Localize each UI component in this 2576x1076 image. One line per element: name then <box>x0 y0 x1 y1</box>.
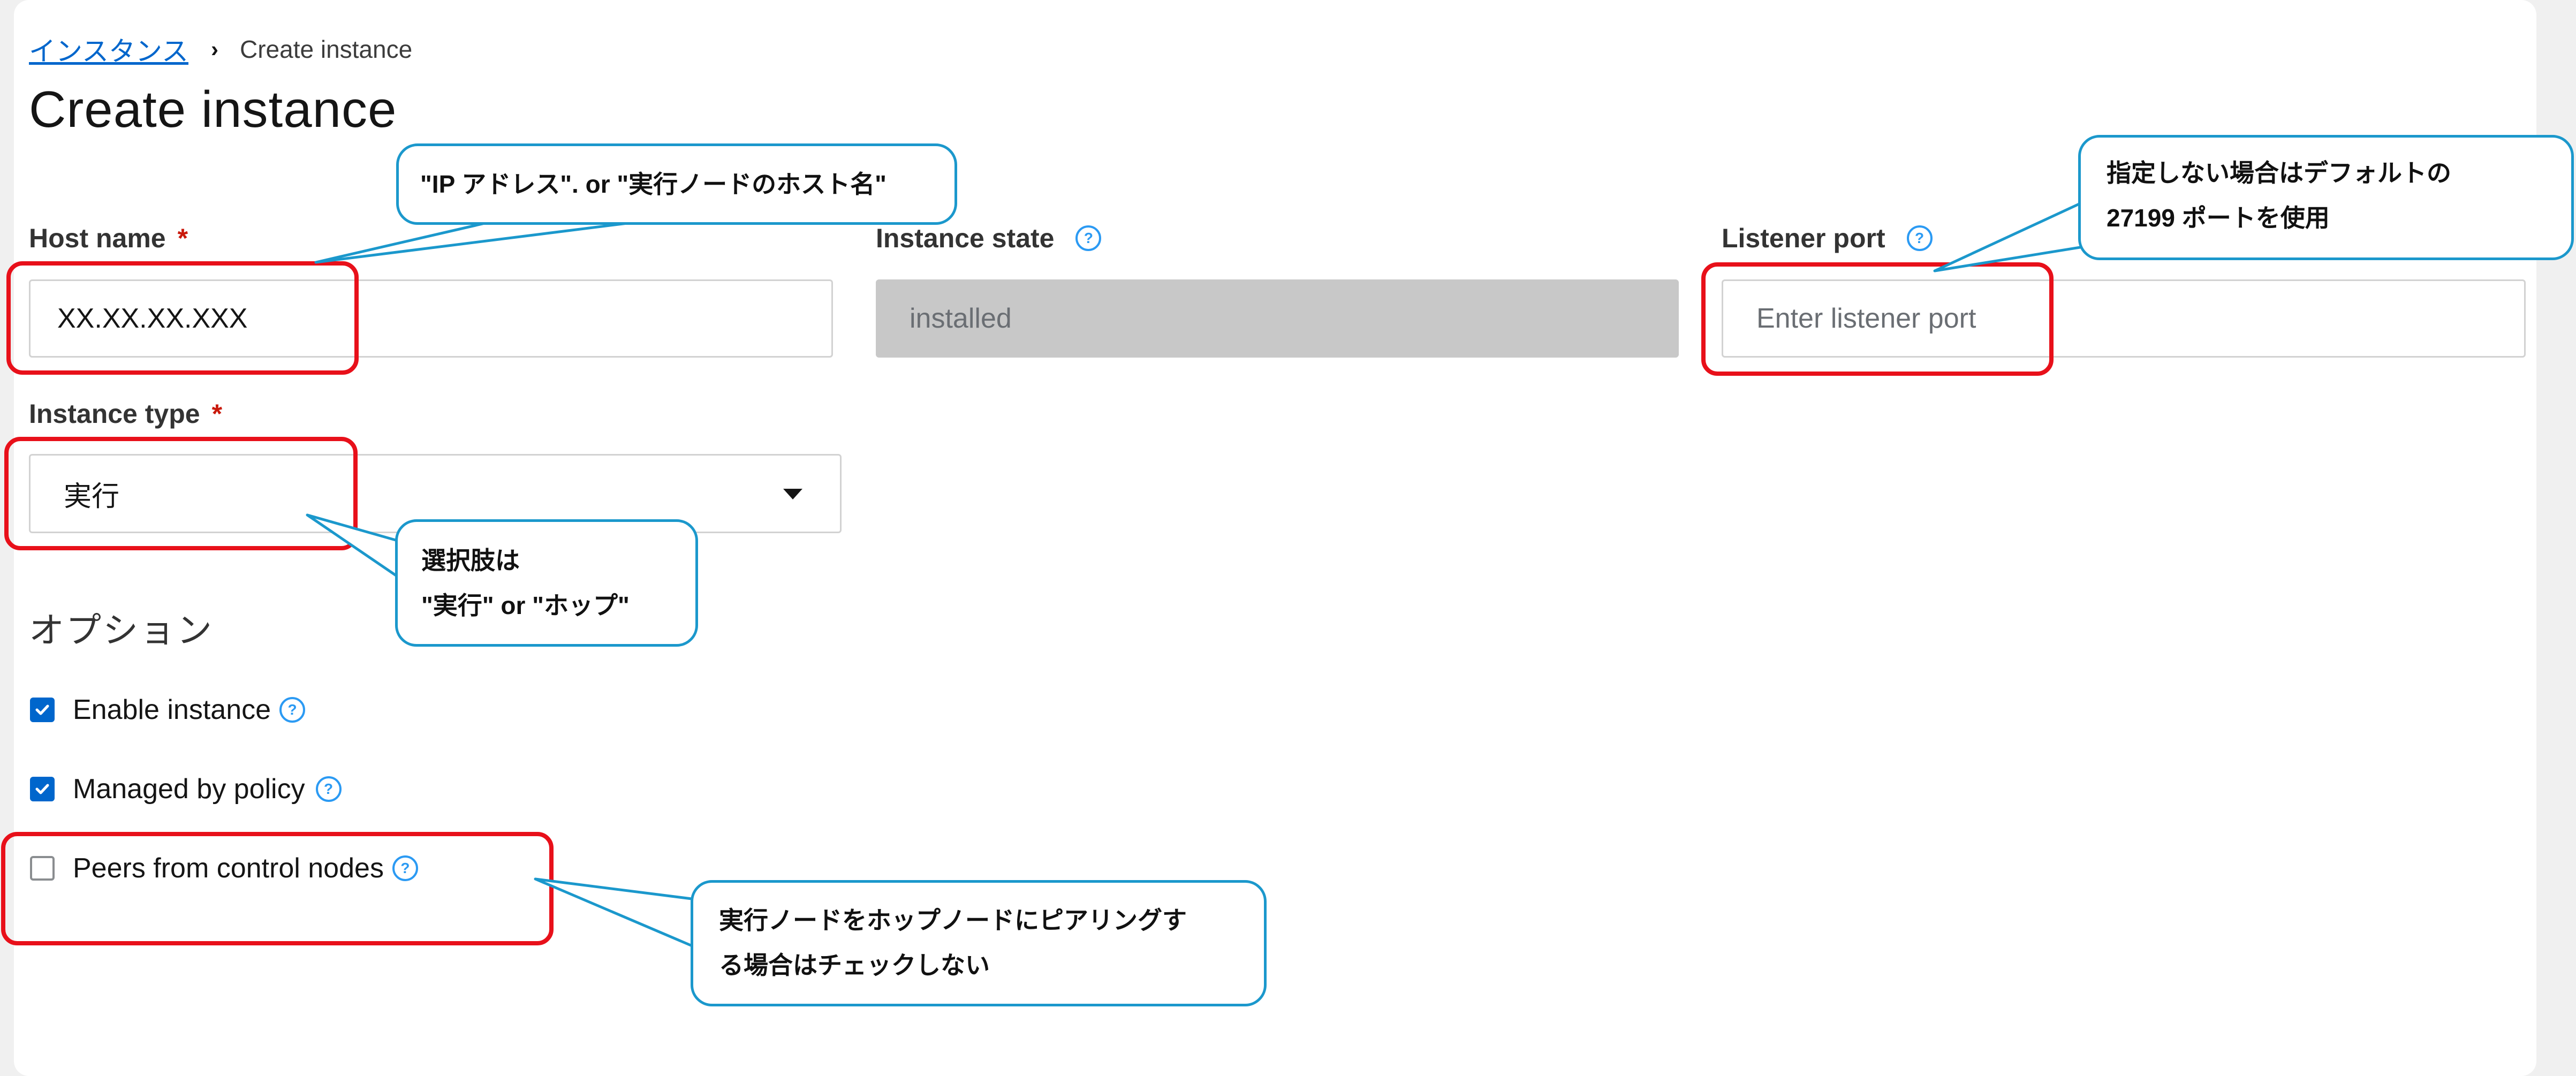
callout-host-name: "IP アドレス". or "実行ノードのホスト名" <box>396 143 957 225</box>
callout-listener-port: 指定しない場合はデフォルトの 27199 ポートを使用 <box>2078 135 2574 260</box>
callout-listener-port-line-2: 27199 ポートを使用 <box>2107 204 2330 232</box>
callout-peers-line-2: る場合はチェックしない <box>719 951 990 979</box>
callout-instance-type: 選択肢は "実行" or "ホップ" <box>395 519 698 647</box>
callout-instance-type-line-2: "実行" or "ホップ" <box>421 592 630 619</box>
callout-peers-line-1: 実行ノードをホップノードにピアリングす <box>719 906 1187 934</box>
callout-host-name-text: "IP アドレス". or "実行ノードのホスト名" <box>420 170 887 198</box>
callout-instance-type-line-1: 選択肢は <box>421 547 520 574</box>
callout-pointer-peers <box>534 877 698 949</box>
callout-pointer-instance-type <box>306 513 403 581</box>
callout-peers: 実行ノードをホップノードにピアリングす る場合はチェックしない <box>691 880 1267 1006</box>
callout-pointer-host-name <box>314 221 633 264</box>
callout-listener-port-line-1: 指定しない場合はデフォルトの <box>2107 159 2451 187</box>
